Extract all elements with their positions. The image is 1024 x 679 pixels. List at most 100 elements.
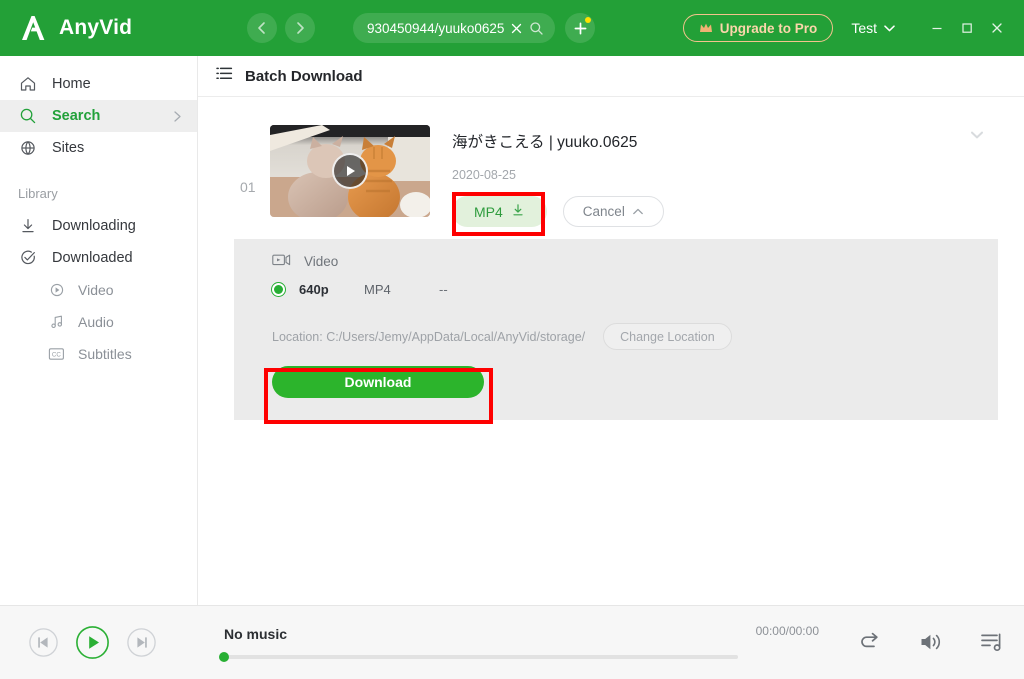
download-list: 01 海がきこえる | yuuko.0625 2020-08-25 MP4 Ca…: [198, 97, 1024, 605]
stream-type-label: Video: [304, 254, 339, 269]
cc-icon: CC: [48, 347, 65, 361]
sidebar-item-downloaded-label: Downloaded: [52, 250, 133, 266]
account-label: Test: [851, 20, 877, 36]
video-thumbnail[interactable]: [270, 125, 430, 217]
previous-track-button[interactable]: [28, 627, 59, 658]
change-location-button[interactable]: Change Location: [603, 323, 732, 350]
sidebar-item-audio[interactable]: Audio: [0, 306, 197, 338]
sidebar-item-search-label: Search: [52, 108, 101, 124]
collapse-item-button[interactable]: [970, 127, 984, 145]
minimize-icon: [932, 27, 942, 30]
play-button[interactable]: [75, 625, 110, 660]
back-button[interactable]: [247, 13, 277, 43]
playlist-button[interactable]: [980, 631, 1004, 653]
location-row: Location: C:/Users/Jemy/AppData/Local/An…: [272, 323, 978, 350]
chevron-right-icon: [172, 110, 183, 123]
transport-controls: [28, 625, 216, 660]
repeat-button[interactable]: [859, 631, 883, 653]
item-actions: MP4 Cancel: [452, 196, 984, 227]
download-item-card: 01 海がきこえる | yuuko.0625 2020-08-25 MP4 Ca…: [234, 113, 998, 420]
mp4-download-button[interactable]: MP4: [452, 196, 547, 227]
format-container: MP4: [364, 282, 391, 297]
upgrade-to-pro-label: Upgrade to Pro: [719, 20, 818, 36]
home-icon: [18, 75, 37, 93]
download-options-panel: Video 640p MP4 -- Location: C:/Users/Jem…: [234, 239, 998, 420]
sidebar-item-video-label: Video: [78, 282, 114, 298]
minimize-button[interactable]: [922, 13, 952, 43]
brand: AnyVid: [18, 13, 223, 43]
sidebar-item-subtitles[interactable]: CC Subtitles: [0, 338, 197, 370]
sidebar-item-search[interactable]: Search: [0, 100, 197, 132]
seek-knob[interactable]: [219, 652, 229, 662]
video-title: 海がきこえる | yuuko.0625: [452, 134, 638, 151]
title-bar: AnyVid 930450944/yuuko0625 Upgrade to Pr…: [0, 0, 1024, 56]
check-circle-icon: [18, 249, 37, 267]
sidebar-item-sites-label: Sites: [52, 140, 85, 156]
player-bar: No music 00:00/00:00: [0, 605, 1024, 679]
search-icon: [18, 107, 37, 125]
sidebar-item-home[interactable]: Home: [0, 68, 197, 100]
search-area: 930450944/yuuko0625: [353, 13, 596, 43]
cancel-button[interactable]: Cancel: [562, 196, 664, 227]
download-button[interactable]: Download: [272, 366, 484, 398]
maximize-button[interactable]: [952, 13, 982, 43]
change-location-label: Change Location: [620, 329, 715, 344]
crown-icon: [699, 23, 712, 32]
format-row[interactable]: 640p MP4 --: [272, 282, 978, 297]
player-controls: [859, 631, 1004, 655]
item-index: 01: [240, 179, 256, 195]
brand-name: AnyVid: [59, 16, 133, 39]
globe-icon: [18, 139, 37, 157]
content-area: Batch Download 01 海がきこえる | yuuko.0625 20…: [198, 56, 1024, 605]
maximize-icon: [962, 23, 972, 33]
page-title: Batch Download: [245, 67, 363, 85]
mp4-download-label: MP4: [474, 203, 503, 220]
new-tab-badge: [585, 17, 592, 23]
window-controls: [922, 13, 1012, 43]
anyvid-logo-icon: [18, 13, 48, 43]
page-header: Batch Download: [198, 56, 1024, 97]
account-menu[interactable]: Test: [851, 20, 896, 36]
next-track-button[interactable]: [126, 627, 157, 658]
close-icon: [992, 23, 1002, 33]
skip-next-icon: [127, 628, 156, 657]
forward-button[interactable]: [285, 13, 315, 43]
volume-button[interactable]: [919, 631, 944, 653]
upgrade-to-pro-button[interactable]: Upgrade to Pro: [682, 14, 834, 42]
video-date: 2020-08-25: [452, 168, 516, 182]
time-wrap: 00:00/00:00: [756, 606, 859, 679]
close-button[interactable]: [982, 13, 1012, 43]
format-radio-selected[interactable]: [272, 283, 285, 296]
sidebar-item-downloading[interactable]: Downloading: [0, 210, 197, 242]
play-icon: [76, 626, 109, 659]
plus-icon: [574, 22, 587, 34]
main-body: Home Search Sites Library Downloading Do…: [0, 56, 1024, 605]
video-meta: 海がきこえる | yuuko.0625 2020-08-25 MP4 Cance…: [452, 125, 984, 227]
download-button-label: Download: [344, 374, 412, 390]
playlist-icon: [981, 633, 1001, 651]
new-tab-button[interactable]: [565, 13, 596, 43]
sidebar-item-audio-label: Audio: [78, 314, 114, 330]
time-display: 00:00/00:00: [755, 624, 819, 638]
sidebar-item-sites[interactable]: Sites: [0, 132, 197, 164]
sidebar-item-video[interactable]: Video: [0, 274, 197, 306]
chevron-left-icon: [258, 22, 265, 34]
clear-search-icon[interactable]: [510, 22, 523, 35]
location-path: Location: C:/Users/Jemy/AppData/Local/An…: [272, 329, 586, 344]
stream-type-row: Video: [272, 253, 978, 270]
repeat-icon: [861, 632, 878, 647]
sidebar: Home Search Sites Library Downloading Do…: [0, 56, 198, 605]
skip-previous-icon: [29, 628, 58, 657]
seek-slider[interactable]: [219, 652, 738, 662]
titlebar-right: Upgrade to Pro Test: [682, 13, 1014, 43]
search-input-value: 930450944/yuuko0625: [367, 20, 505, 36]
sidebar-item-downloaded[interactable]: Downloaded: [0, 242, 197, 274]
play-icon[interactable]: [332, 153, 368, 189]
chevron-down-icon: [884, 24, 895, 31]
search-icon[interactable]: [529, 21, 544, 36]
sidebar-item-home-label: Home: [52, 76, 91, 92]
chevron-up-icon: [632, 204, 644, 219]
svg-text:CC: CC: [52, 351, 61, 358]
search-input[interactable]: 930450944/yuuko0625: [353, 13, 556, 43]
volume-icon: [921, 634, 941, 649]
